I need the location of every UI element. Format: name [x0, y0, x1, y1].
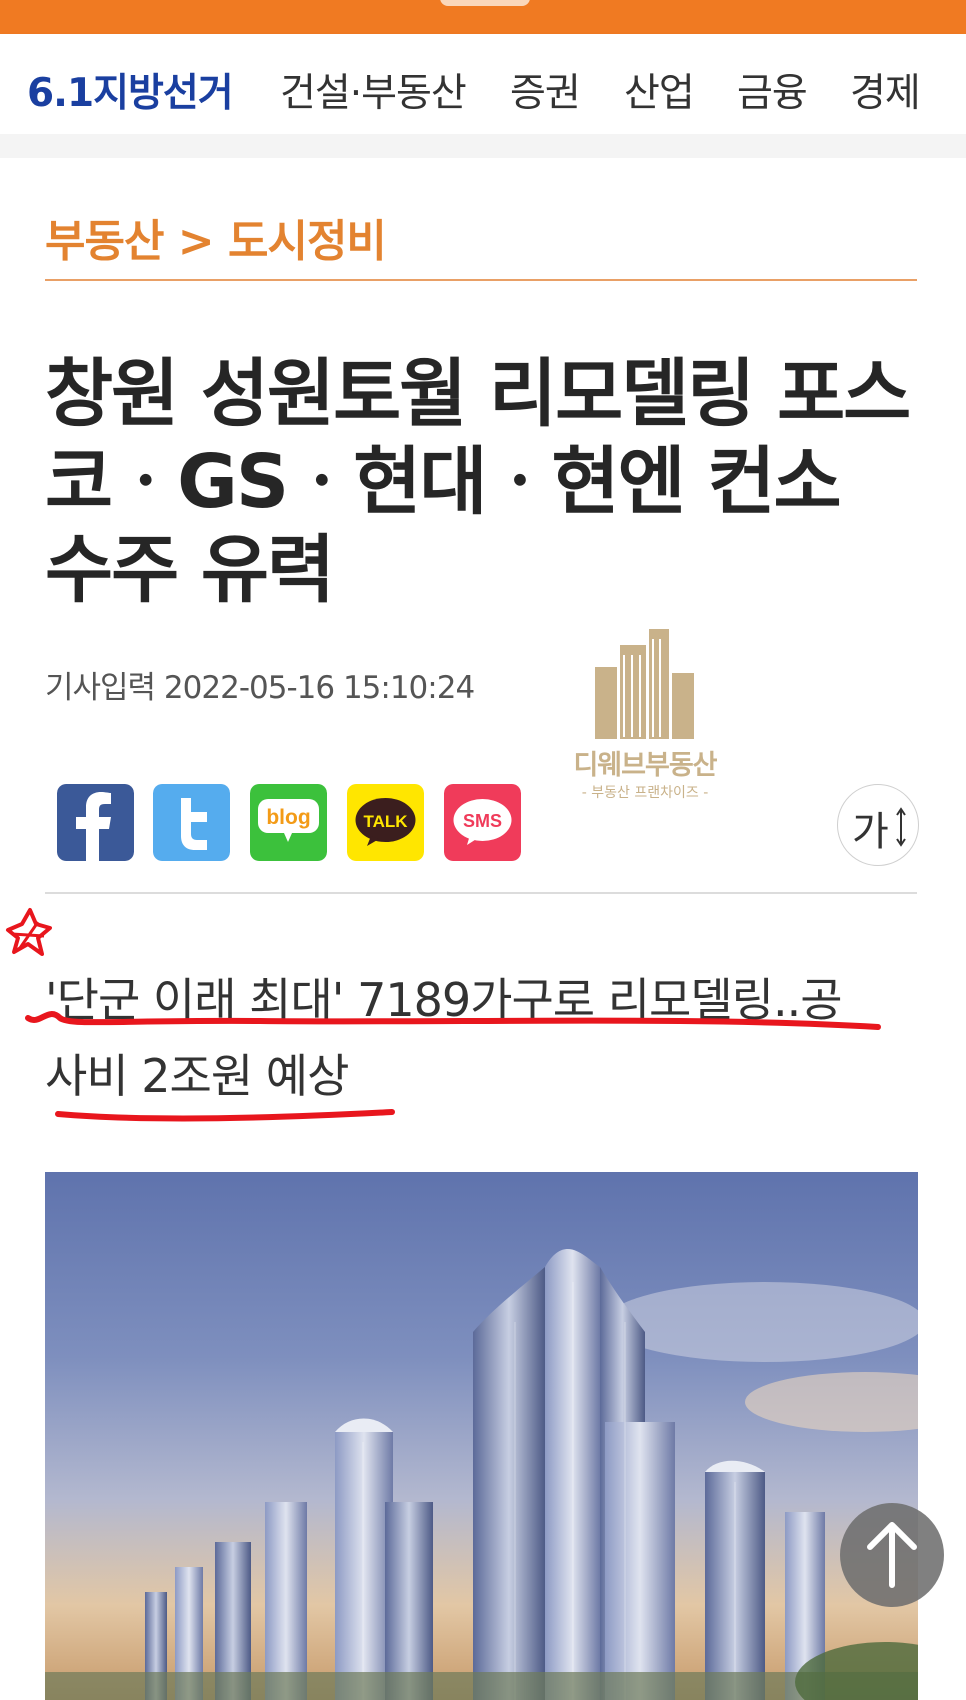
site-logo-fragment	[440, 0, 530, 6]
nav-item-election[interactable]: 6.1지방선거	[27, 62, 234, 118]
share-sms-button[interactable]: SMS	[444, 784, 521, 861]
article-title-line: 창원 성원토월 리모델링 포스	[45, 351, 911, 437]
article-subtitle-line: '단군 이래 최대' 7189가구로 리모델링..공	[45, 973, 843, 1027]
nav-item-industry[interactable]: 산업	[624, 62, 695, 118]
nav-divider-band	[0, 134, 966, 158]
article-title-line: 코ㆍGSㆍ현대ㆍ현엔 컨소	[45, 439, 842, 525]
share-kakaotalk-button[interactable]: TALK	[347, 784, 424, 861]
arrow-up-icon	[867, 1522, 917, 1588]
svg-text:TALK: TALK	[363, 812, 408, 831]
facebook-icon	[57, 784, 134, 861]
share-facebook-button[interactable]	[57, 784, 134, 861]
site-header-bar	[0, 0, 966, 34]
share-twitter-button[interactable]	[153, 784, 230, 861]
breadcrumb-subsection[interactable]: 도시정비	[228, 216, 387, 267]
city-rendering-illustration	[45, 1248, 918, 1700]
kakaotalk-icon: TALK	[347, 784, 424, 861]
nav-item-finance[interactable]: 금융	[737, 62, 808, 118]
nav-item-construction-realestate[interactable]: 건설·부동산	[280, 62, 467, 118]
article-title-line: 수주 유력	[45, 527, 335, 613]
share-blog-button[interactable]: blog	[250, 784, 327, 861]
share-divider	[45, 892, 917, 894]
breadcrumb: 부동산 > 도시정비	[45, 205, 387, 269]
breadcrumb-separator: >	[177, 216, 215, 267]
article-subtitle-line: 사비 2조원 예상	[45, 1049, 349, 1103]
font-size-button[interactable]: 가	[837, 784, 919, 866]
watermark-tagline: - 부동산 프랜차이즈 -	[581, 785, 709, 801]
section-nav: 6.1지방선거 건설·부동산 증권 산업 금융 경제	[0, 34, 966, 134]
article-title: 창원 성원토월 리모델링 포스 코ㆍGSㆍ현대ㆍ현엔 컨소 수주 유력	[45, 350, 925, 614]
twitter-icon	[153, 784, 230, 861]
blog-icon: blog	[250, 784, 327, 861]
resize-arrows-icon	[896, 807, 906, 847]
scroll-to-top-button[interactable]	[840, 1503, 944, 1607]
font-size-label: 가	[852, 809, 889, 855]
svg-text:SMS: SMS	[463, 811, 502, 831]
svg-text:blog: blog	[266, 806, 310, 829]
article-timestamp: 기사입력 2022-05-16 15:10:24	[45, 670, 475, 706]
watermark-name: 디웨브부동산	[573, 750, 717, 781]
article-subtitle: '단군 이래 최대' 7189가구로 리모델링..공 사비 2조원 예상	[45, 962, 925, 1114]
sms-icon: SMS	[444, 784, 521, 861]
breadcrumb-section[interactable]: 부동산	[45, 216, 164, 267]
article-photo	[45, 1172, 918, 1700]
breadcrumb-rule	[45, 279, 917, 281]
watermark-logo: 디웨브부동산 - 부동산 프랜차이즈 -	[560, 625, 730, 805]
building-logo-icon	[595, 629, 694, 739]
nav-item-economy[interactable]: 경제	[850, 62, 921, 118]
nav-item-securities[interactable]: 증권	[510, 62, 581, 118]
